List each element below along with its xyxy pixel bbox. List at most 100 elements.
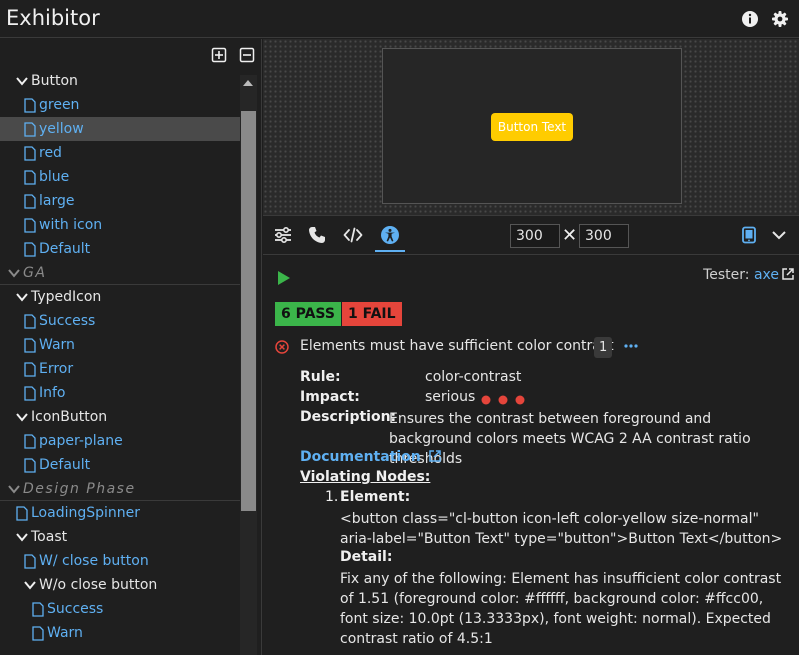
file-icon bbox=[24, 554, 36, 569]
chevron-down-icon bbox=[16, 532, 28, 542]
tree-node-label: Button bbox=[31, 73, 78, 89]
violation-count-badge: 1 bbox=[594, 337, 613, 358]
tree-node-typedicon[interactable]: TypedIcon bbox=[0, 285, 240, 309]
sidebar-scrollbar-thumb[interactable] bbox=[241, 111, 256, 511]
preview-toolbar: ✕ bbox=[263, 215, 799, 255]
chevron-down-icon bbox=[16, 292, 28, 302]
file-icon bbox=[24, 170, 36, 185]
tree-item-label: with icon bbox=[39, 217, 103, 233]
file-icon bbox=[24, 218, 36, 233]
tree-item-success[interactable]: Success bbox=[0, 309, 240, 333]
description-value: Ensures the contrast between foreground … bbox=[389, 411, 751, 467]
file-icon bbox=[24, 458, 36, 473]
app-root: Exhibitor Button green yellow red blue l… bbox=[0, 0, 799, 655]
tree-item-blue[interactable]: blue bbox=[0, 165, 240, 189]
tree-item-yellow[interactable]: yellow bbox=[0, 117, 240, 141]
tree-item-warn[interactable]: Warn bbox=[0, 333, 240, 357]
accessibility-panel: Tester: axe 6 PASS 1 FAIL Elements must … bbox=[263, 256, 799, 655]
expand-all-icon[interactable] bbox=[211, 47, 227, 63]
tree-item-label: Info bbox=[39, 385, 66, 401]
fail-count-badge: 1 FAIL bbox=[342, 302, 402, 326]
tree-item-loadingspinner[interactable]: LoadingSpinner bbox=[0, 501, 240, 525]
file-icon bbox=[16, 506, 28, 521]
tree-item-label: Success bbox=[47, 601, 104, 617]
tree-item-label: large bbox=[39, 193, 75, 209]
file-icon bbox=[32, 626, 44, 641]
accessibility-icon[interactable] bbox=[380, 225, 400, 245]
tree-item-with-close-button[interactable]: W/ close button bbox=[0, 549, 240, 573]
tree-node-label: TypedIcon bbox=[31, 289, 102, 305]
tree-node-toast[interactable]: Toast bbox=[0, 525, 240, 549]
component-tree: Button green yellow red blue large with … bbox=[0, 69, 240, 645]
height-input[interactable] bbox=[579, 224, 629, 248]
app-title: Exhibitor bbox=[6, 6, 100, 30]
tree-item-label: Error bbox=[39, 361, 74, 377]
tree-section-ga[interactable]: GA bbox=[0, 261, 240, 285]
external-link-icon bbox=[428, 449, 442, 463]
tree-item-with-icon[interactable]: with icon bbox=[0, 213, 240, 237]
description-label: Description: bbox=[300, 409, 397, 425]
phone-icon[interactable] bbox=[307, 225, 327, 245]
documentation-link[interactable]: Documentation bbox=[300, 449, 442, 465]
file-icon bbox=[24, 338, 36, 353]
rule-label: Rule: bbox=[300, 369, 341, 385]
tree-item-green[interactable]: green bbox=[0, 93, 240, 117]
node-number: 1. bbox=[325, 489, 339, 505]
tree-node-iconbutton[interactable]: IconButton bbox=[0, 405, 240, 429]
tester-info: Tester: axe bbox=[703, 267, 795, 283]
gear-icon[interactable] bbox=[770, 9, 790, 29]
external-link-icon[interactable] bbox=[781, 267, 795, 281]
tree-item-paper-plane[interactable]: paper-plane bbox=[0, 429, 240, 453]
file-icon bbox=[24, 146, 36, 161]
chevron-down-icon[interactable] bbox=[769, 225, 789, 245]
impact-value: serious bbox=[425, 389, 476, 405]
play-icon[interactable] bbox=[277, 270, 291, 286]
tree-item-label: W/ close button bbox=[39, 553, 149, 569]
code-icon[interactable] bbox=[343, 225, 363, 245]
tree-section-design-phase[interactable]: Design Phase bbox=[0, 477, 240, 501]
tester-link[interactable]: axe bbox=[754, 267, 779, 283]
tree-item-warn[interactable]: Warn bbox=[0, 621, 240, 645]
tree-item-info[interactable]: Info bbox=[0, 381, 240, 405]
info-icon[interactable] bbox=[740, 9, 760, 29]
width-input[interactable] bbox=[510, 224, 560, 248]
element-label: Element: bbox=[340, 489, 411, 505]
tree-item-default[interactable]: Default bbox=[0, 237, 240, 261]
violating-nodes-label: Violating Nodes: bbox=[300, 469, 431, 485]
tree-item-default[interactable]: Default bbox=[0, 453, 240, 477]
preview-frame: Button Text bbox=[382, 48, 682, 204]
file-icon bbox=[24, 194, 36, 209]
tree-item-red[interactable]: red bbox=[0, 141, 240, 165]
tree-item-label: red bbox=[39, 145, 62, 161]
file-icon bbox=[24, 434, 36, 449]
tree-node-button[interactable]: Button bbox=[0, 69, 240, 93]
section-label: GA bbox=[23, 265, 47, 281]
tree-item-error[interactable]: Error bbox=[0, 357, 240, 381]
chevron-down-icon bbox=[16, 412, 28, 422]
element-html: <button class="cl-button icon-left color… bbox=[340, 511, 783, 547]
file-icon bbox=[32, 602, 44, 617]
tree-item-success[interactable]: Success bbox=[0, 597, 240, 621]
chevron-down-icon bbox=[8, 268, 20, 278]
tree-item-large[interactable]: large bbox=[0, 189, 240, 213]
tree-item-label: Default bbox=[39, 457, 91, 473]
tree-item-label: Warn bbox=[47, 625, 83, 641]
collapse-all-icon[interactable] bbox=[239, 47, 255, 63]
more-options-icon[interactable] bbox=[623, 340, 639, 352]
preview-button[interactable]: Button Text bbox=[491, 113, 573, 141]
error-circle-icon bbox=[275, 340, 289, 354]
tree-node-without-close-button[interactable]: W/o close button bbox=[0, 573, 240, 597]
tablet-icon[interactable] bbox=[739, 225, 759, 245]
tree-item-label: Warn bbox=[39, 337, 75, 353]
tree-item-label: yellow bbox=[39, 121, 84, 137]
scroll-up-arrow-icon[interactable] bbox=[243, 79, 253, 87]
tree-item-label: LoadingSpinner bbox=[31, 505, 141, 521]
pass-count-badge: 6 PASS bbox=[275, 302, 341, 326]
component-sidebar: Button green yellow red blue large with … bbox=[0, 39, 262, 655]
sidebar-tools bbox=[211, 47, 255, 67]
tree-item-label: blue bbox=[39, 169, 70, 185]
app-header: Exhibitor bbox=[0, 0, 799, 38]
impact-label: Impact: bbox=[300, 389, 360, 405]
sliders-icon[interactable] bbox=[273, 225, 293, 245]
file-icon bbox=[24, 386, 36, 401]
